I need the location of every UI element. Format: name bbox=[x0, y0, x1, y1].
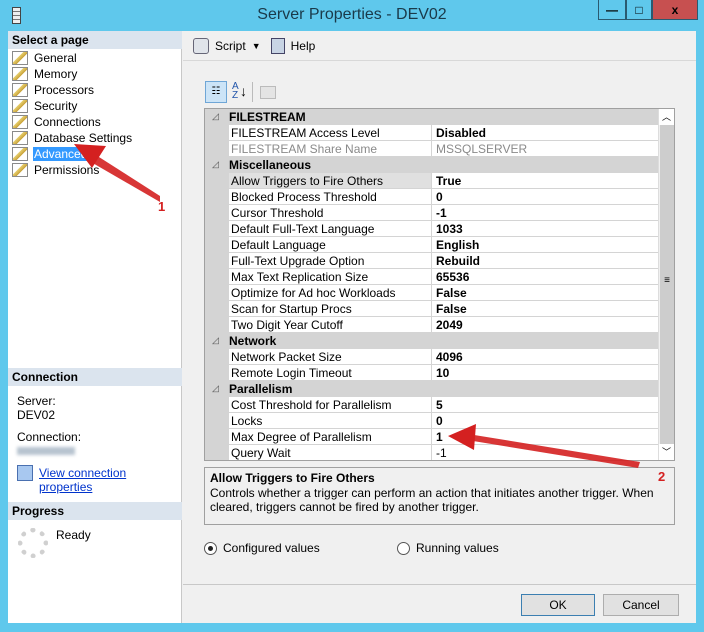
annotation-arrow-2 bbox=[467, 434, 640, 468]
annotation-label-2: 2 bbox=[658, 469, 665, 484]
annotation-arrow-2-head bbox=[448, 424, 476, 450]
annotation-overlay: 1 2 bbox=[74, 144, 665, 484]
annotation-label-1: 1 bbox=[158, 199, 165, 214]
